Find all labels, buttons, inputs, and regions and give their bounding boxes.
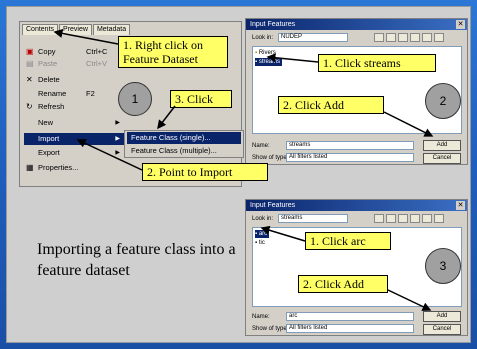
new-folder-icon[interactable] (410, 33, 420, 42)
look-in-select[interactable]: streams (278, 214, 348, 223)
connect-folder-icon[interactable] (398, 214, 408, 223)
refresh-icon: ↻ (26, 102, 33, 111)
callout-right-click: 1. Right click on Feature Dataset (118, 36, 228, 68)
connect-folder-icon[interactable] (398, 33, 408, 42)
menu-item-delete[interactable]: ✕ Delete (24, 74, 124, 86)
tab-preview[interactable]: Preview (59, 24, 92, 35)
callout-point-import: 2. Point to Import (142, 163, 268, 181)
step-badge-3: 3 (425, 248, 461, 284)
details-view-icon[interactable] (434, 214, 444, 223)
new-folder-icon[interactable] (410, 214, 420, 223)
delete-icon: ✕ (26, 75, 33, 84)
name-field[interactable]: streams (286, 141, 414, 150)
cancel-button[interactable]: Cancel (423, 153, 461, 164)
list-item[interactable]: ▪ streams (255, 58, 283, 66)
close-icon[interactable]: ✕ (456, 20, 465, 29)
list-view-icon[interactable] (422, 33, 432, 42)
menu-item-import[interactable]: Import ▶ (24, 133, 124, 145)
callout-click-arc: 1. Click arc (305, 232, 391, 250)
cancel-button[interactable]: Cancel (423, 324, 461, 335)
menu-item-refresh[interactable]: ↻ Refresh (24, 101, 124, 113)
name-field[interactable]: arc (286, 312, 414, 321)
callout-click-add-1: 2. Click Add (278, 96, 384, 114)
add-button[interactable]: Add (423, 311, 461, 322)
feature-dataset-icon: ▪ (255, 59, 258, 65)
tab-contents[interactable]: Contents (22, 24, 59, 35)
menu-item-properties[interactable]: ▦ Properties... (24, 162, 124, 174)
menu-item-copy[interactable]: ▣ Copy Ctrl+C (24, 46, 124, 58)
submenu-feature-class-single[interactable]: Feature Class (single)... (127, 132, 241, 144)
home-icon[interactable] (386, 214, 396, 223)
folder-icon: ▪ (255, 50, 258, 56)
dialog-title: Input Features (246, 19, 467, 30)
menu-item-new[interactable]: New ▶ (24, 117, 124, 129)
menu-item-paste[interactable]: ▤ Paste Ctrl+V (24, 58, 124, 70)
type-select[interactable]: All filters listed (286, 324, 414, 333)
callout-click: 3. Click (170, 90, 232, 108)
up-folder-icon[interactable] (374, 214, 384, 223)
add-button[interactable]: Add (423, 140, 461, 151)
submenu-feature-class-multiple[interactable]: Feature Class (multiple)... (127, 145, 241, 157)
details-view-icon[interactable] (434, 33, 444, 42)
list-item[interactable]: ▪ arc (255, 230, 270, 238)
copy-icon: ▣ (26, 47, 34, 56)
submenu-arrow-icon: ▶ (115, 136, 120, 142)
up-folder-icon[interactable] (374, 33, 384, 42)
menu-item-export[interactable]: Export ▶ (24, 147, 124, 159)
submenu-arrow-icon: ▶ (115, 150, 120, 156)
slide-caption: Importing a feature class into a feature… (37, 241, 236, 279)
slide-background: Contents Preview Metadata ▣ Copy Ctrl+C … (0, 0, 477, 349)
callout-click-add-2: 2. Click Add (298, 275, 388, 293)
home-icon[interactable] (386, 33, 396, 42)
step-badge-2: 2 (425, 83, 461, 119)
line-feature-icon: ▪ (255, 231, 258, 237)
properties-icon: ▦ (26, 163, 34, 172)
close-icon[interactable]: ✕ (456, 201, 465, 210)
menu-item-rename[interactable]: Rename F2 (24, 88, 124, 100)
list-item[interactable]: ▪ Rivers (255, 49, 276, 57)
look-in-select[interactable]: NUDEP (278, 33, 348, 42)
list-view-icon[interactable] (422, 214, 432, 223)
callout-click-streams: 1. Click streams (318, 54, 436, 72)
import-submenu: Feature Class (single)... Feature Class … (124, 130, 244, 158)
catalog-tabs: Contents Preview Metadata (22, 24, 131, 35)
paste-icon: ▤ (26, 59, 34, 68)
submenu-arrow-icon: ▶ (115, 120, 120, 126)
type-select[interactable]: All filters listed (286, 153, 414, 162)
step-badge-1: 1 (118, 82, 152, 116)
dialog-title: Input Features (246, 200, 467, 211)
tab-metadata[interactable]: Metadata (92, 24, 131, 35)
